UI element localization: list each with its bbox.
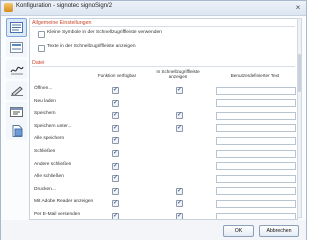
available-checkbox[interactable] — [112, 111, 119, 120]
vertical-scrollbar[interactable] — [297, 18, 302, 218]
section-divider — [32, 66, 295, 67]
file-row-label: Alle speichern — [34, 136, 65, 142]
custom-text-input[interactable] — [216, 136, 296, 145]
custom-text-input[interactable] — [216, 162, 296, 171]
available-checkbox[interactable] — [112, 199, 119, 208]
small-icons-checkbox[interactable] — [38, 31, 45, 38]
available-checkbox[interactable] — [112, 136, 119, 145]
custom-text-input[interactable] — [216, 212, 296, 219]
file-row-label: Mit Adobe Reader anzeigen — [34, 199, 94, 205]
custom-text-input[interactable] — [216, 111, 296, 120]
quickaccess-checkbox[interactable] — [176, 111, 183, 120]
file-row-label: Speichern — [34, 111, 56, 117]
ok-button[interactable]: OK — [223, 225, 254, 237]
settings-panel: Allgemeine Einstellungen Kleine Symbole … — [29, 18, 298, 220]
show-texts-checkbox[interactable] — [38, 45, 45, 52]
file-row-label: Öffnen... — [34, 86, 53, 91]
calendar-date-icon[interactable] — [6, 102, 27, 121]
custom-text-input[interactable] — [216, 99, 296, 108]
quickaccess-checkbox[interactable] — [176, 212, 183, 219]
app-icon — [4, 3, 13, 12]
col-quickaccess-header: In Schnellzugriffleiste anzeigen — [148, 69, 208, 79]
configuration-dialog: Konfiguration - signotec signoSign/2 × A… — [0, 0, 307, 240]
quickaccess-checkbox[interactable] — [176, 187, 183, 195]
file-row-label: Schließen — [34, 149, 56, 154]
available-checkbox[interactable] — [112, 99, 119, 107]
window-title: Konfiguration - signotec signoSign/2 — [16, 3, 113, 9]
pen-icon[interactable] — [6, 81, 27, 100]
quickaccess-checkbox[interactable] — [176, 86, 183, 94]
custom-text-input[interactable] — [216, 187, 296, 196]
col-available-header: Funktion verfügbar — [97, 73, 137, 78]
file-row-label: Per E-Mail versenden — [34, 212, 81, 217]
list-icon[interactable] — [6, 38, 27, 57]
custom-text-input[interactable] — [216, 86, 296, 95]
file-row-label: Neu laden — [34, 98, 56, 104]
signature-icon[interactable] — [6, 60, 27, 79]
small-icons-label: Kleine Symbole in der Schnellzugriffleis… — [47, 30, 162, 35]
close-icon[interactable]: × — [293, 3, 303, 13]
file-row-label: Drucken... — [34, 186, 56, 192]
available-checkbox[interactable] — [112, 162, 119, 170]
file-row-label: Alle schließen — [34, 174, 64, 180]
available-checkbox[interactable] — [112, 124, 119, 132]
section-divider — [32, 26, 295, 27]
custom-text-input[interactable] — [216, 174, 296, 183]
available-checkbox[interactable] — [112, 149, 119, 157]
custom-text-input[interactable] — [216, 199, 296, 208]
available-checkbox[interactable] — [112, 212, 119, 219]
col-quickaccess-header-line-2: anzeigen — [168, 74, 188, 79]
quickaccess-checkbox[interactable] — [176, 124, 183, 132]
available-checkbox[interactable] — [112, 174, 119, 183]
scrollbar-thumb[interactable] — [298, 54, 301, 92]
custom-text-input[interactable] — [216, 124, 296, 133]
general-settings-icon[interactable] — [6, 18, 27, 37]
show-texts-label: Texte in der Schnellzugriffleiste anzeig… — [47, 44, 136, 49]
file-row-label: Andere schließen — [34, 161, 72, 167]
file-row-label: Speichern unter... — [34, 123, 72, 129]
available-checkbox[interactable] — [112, 86, 119, 94]
dialog-footer: OK Abbrechen — [1, 220, 306, 240]
available-checkbox[interactable] — [112, 187, 119, 195]
sidebar — [4, 18, 28, 218]
document-icon[interactable] — [6, 121, 27, 140]
cancel-button[interactable]: Abbrechen — [259, 225, 299, 237]
quickaccess-checkbox[interactable] — [176, 199, 183, 208]
custom-text-input[interactable] — [216, 149, 296, 158]
col-custom-text-header: Benutzerdefinierter Text — [230, 73, 280, 78]
title-bar: Konfiguration - signotec signoSign/2 × — [1, 1, 306, 16]
